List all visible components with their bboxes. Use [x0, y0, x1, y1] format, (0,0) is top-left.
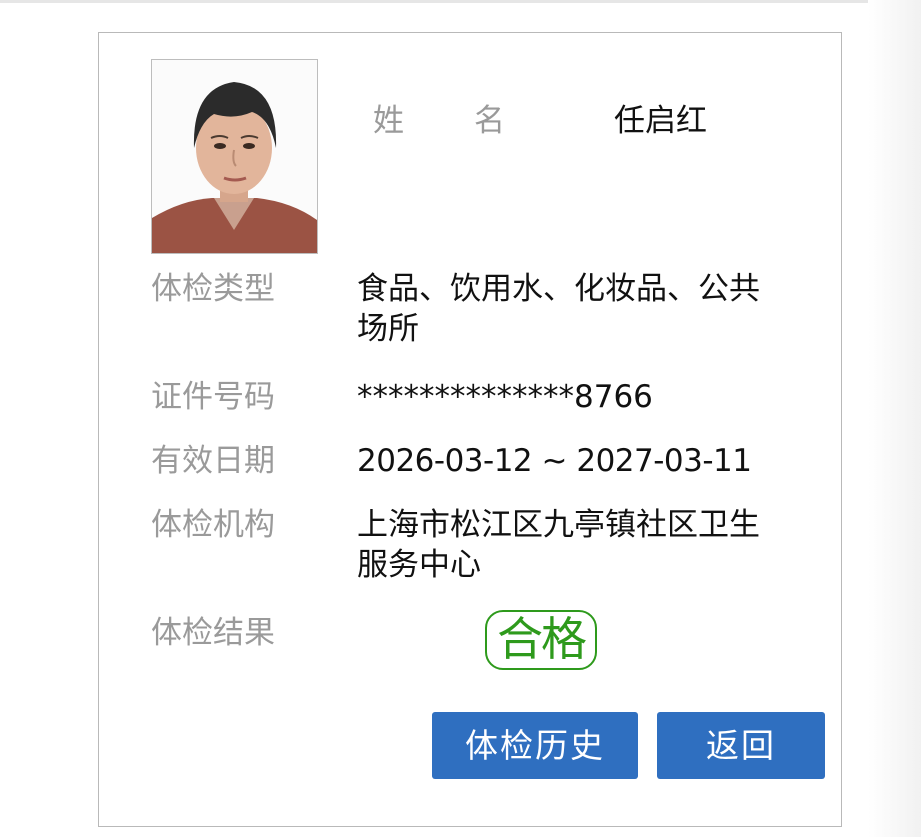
- name-label-char-1: 姓: [373, 103, 404, 139]
- institution-label: 体检机构: [151, 507, 275, 543]
- name-label: 姓名: [373, 101, 505, 141]
- top-divider: [0, 0, 921, 3]
- id-number-label: 证件号码: [151, 379, 275, 415]
- exam-type-value: 食品、饮用水、化妆品、公共场所: [357, 271, 760, 347]
- institution-value: 上海市松江区九亭镇社区卫生服务中心: [357, 507, 760, 583]
- person-name: 任启红: [614, 103, 707, 139]
- page-edge-shadow: [868, 0, 921, 837]
- person-photo: [151, 59, 318, 254]
- exam-result-badge: 合格: [485, 610, 597, 670]
- exam-type-label: 体检类型: [151, 271, 275, 307]
- back-button[interactable]: 返回: [657, 712, 825, 779]
- valid-date-label: 有效日期: [151, 443, 275, 479]
- exam-result-label: 体检结果: [151, 615, 275, 651]
- valid-date-value: 2026-03-12 ~ 2027-03-11: [357, 443, 752, 479]
- health-certificate-card: 姓名 任启红 体检类型 食品、饮用水、化妆品、公共场所 证件号码 *******…: [98, 32, 842, 827]
- id-number-value: **************8766: [357, 379, 653, 415]
- name-label-char-2: 名: [474, 103, 505, 139]
- exam-history-button[interactable]: 体检历史: [432, 712, 638, 779]
